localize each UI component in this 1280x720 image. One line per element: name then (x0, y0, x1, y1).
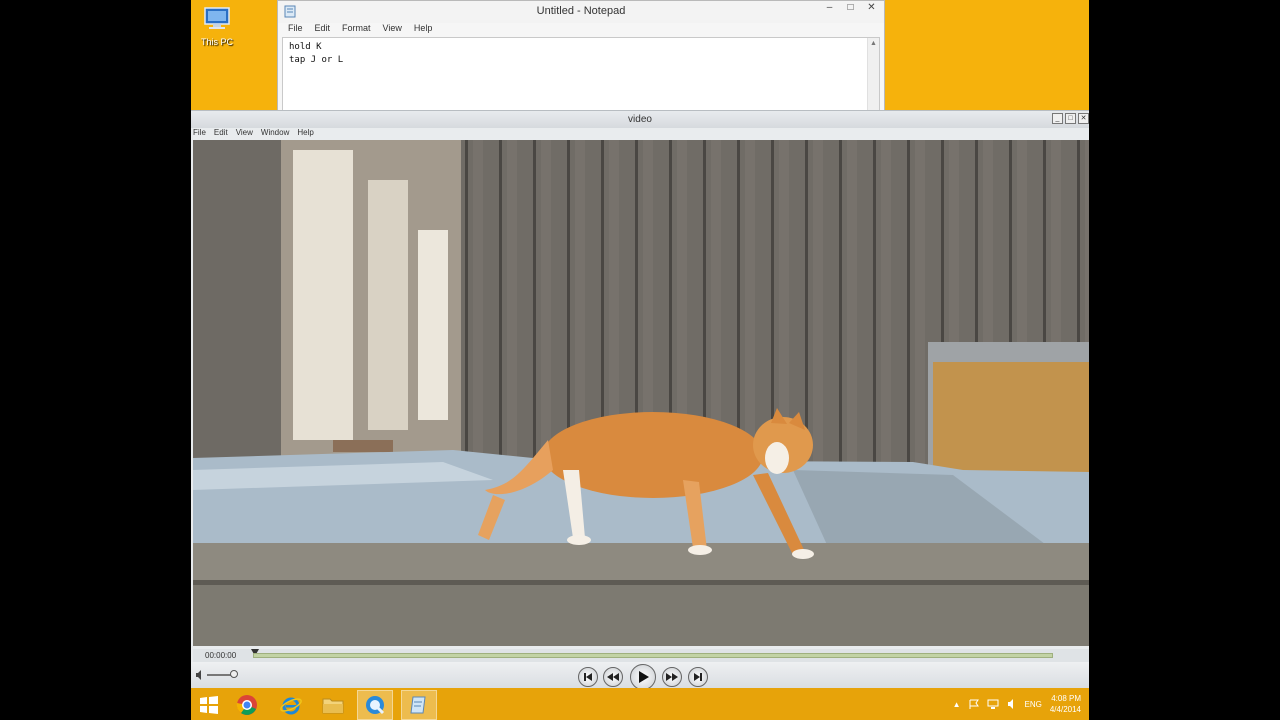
this-pc-desktop-icon[interactable]: This PC (197, 6, 237, 47)
video-maximize-button[interactable]: □ (1065, 113, 1076, 124)
seek-track[interactable] (253, 653, 1053, 658)
video-menu-window[interactable]: Window (261, 128, 289, 140)
menu-format[interactable]: Format (342, 23, 371, 37)
action-center-flag-icon[interactable] (969, 699, 979, 709)
network-icon[interactable] (987, 699, 999, 709)
desktop: This PC Untitled - Notepad – □ ✕ File Ed… (191, 0, 1089, 720)
play-icon (639, 671, 649, 683)
vertical-scrollbar[interactable]: ▲ (867, 38, 879, 110)
input-language[interactable]: ENG (1025, 700, 1042, 709)
video-frame-cat-on-roof (193, 140, 1089, 646)
video-title: video (628, 114, 652, 125)
text-line-1: hold K (289, 42, 322, 52)
video-player-window[interactable]: video _ □ ✕ File Edit View Window Help 0… (191, 110, 1089, 690)
video-titlebar[interactable]: video _ □ ✕ (191, 111, 1089, 128)
notepad-icon (410, 696, 426, 714)
maximize-button[interactable]: □ (840, 1, 861, 17)
video-close-button[interactable]: ✕ (1078, 113, 1089, 124)
fast-forward-icon (666, 673, 678, 681)
seek-bar[interactable]: 00:00:00 (193, 649, 1089, 662)
taskbar-notepad[interactable] (401, 690, 437, 720)
file-explorer-icon (322, 698, 344, 714)
play-button[interactable] (630, 664, 656, 690)
taskbar-chrome[interactable] (229, 690, 265, 720)
notepad-menubar: File Edit Format View Help (278, 23, 884, 37)
video-menu-help[interactable]: Help (297, 128, 313, 140)
video-minimize-button[interactable]: _ (1052, 113, 1063, 124)
notepad-text-area[interactable]: hold K tap J or L ▲ (282, 37, 880, 111)
taskbar-file-explorer[interactable] (315, 690, 351, 720)
playback-controls (191, 662, 1089, 690)
volume-slider-knob[interactable] (230, 670, 238, 678)
skip-forward-icon (694, 673, 702, 681)
scroll-up-icon[interactable]: ▲ (868, 38, 879, 50)
clock-time: 4:08 PM (1051, 694, 1081, 703)
this-pc-label: This PC (200, 37, 233, 47)
rewind-icon (607, 673, 619, 681)
chrome-icon (236, 695, 257, 715)
show-hidden-icons-icon[interactable]: ▲ (953, 700, 961, 709)
skip-to-end-button[interactable] (688, 667, 708, 687)
clock[interactable]: 4:08 PM 4/4/2014 (1050, 693, 1081, 715)
fast-forward-button[interactable] (662, 667, 682, 687)
video-menubar: File Edit View Window Help (191, 128, 1089, 140)
computer-icon (204, 7, 230, 29)
quicktime-icon (366, 696, 385, 715)
current-time: 00:00:00 (205, 651, 237, 660)
volume-icon[interactable] (195, 669, 205, 681)
clock-date: 4/4/2014 (1049, 705, 1081, 714)
taskbar: ▲ ENG 4:08 PM 4/4/2014 (191, 688, 1089, 720)
minimize-button[interactable]: – (819, 1, 840, 17)
taskbar-internet-explorer[interactable] (273, 690, 309, 720)
speaker-icon[interactable] (1007, 699, 1017, 709)
menu-view[interactable]: View (383, 23, 402, 37)
rewind-button[interactable] (603, 667, 623, 687)
start-button[interactable] (191, 690, 227, 720)
system-tray: ▲ ENG 4:08 PM 4/4/2014 (953, 688, 1081, 720)
menu-file[interactable]: File (288, 23, 303, 37)
video-menu-view[interactable]: View (236, 128, 253, 140)
menu-help[interactable]: Help (414, 23, 433, 37)
close-button[interactable]: ✕ (861, 1, 882, 17)
notepad-titlebar[interactable]: Untitled - Notepad – □ ✕ (278, 1, 884, 23)
notepad-window[interactable]: Untitled - Notepad – □ ✕ File Edit Forma… (277, 0, 885, 112)
video-frame[interactable] (193, 140, 1089, 646)
skip-to-start-button[interactable] (578, 667, 598, 687)
start-icon (200, 696, 218, 714)
internet-explorer-icon (280, 697, 302, 715)
video-menu-file[interactable]: File (193, 128, 206, 140)
skip-back-icon (584, 673, 592, 681)
menu-edit[interactable]: Edit (315, 23, 331, 37)
text-line-2: tap J or L (289, 55, 344, 65)
notepad-title: Untitled - Notepad (536, 5, 626, 17)
video-menu-edit[interactable]: Edit (214, 128, 228, 140)
taskbar-quicktime[interactable] (357, 690, 393, 720)
